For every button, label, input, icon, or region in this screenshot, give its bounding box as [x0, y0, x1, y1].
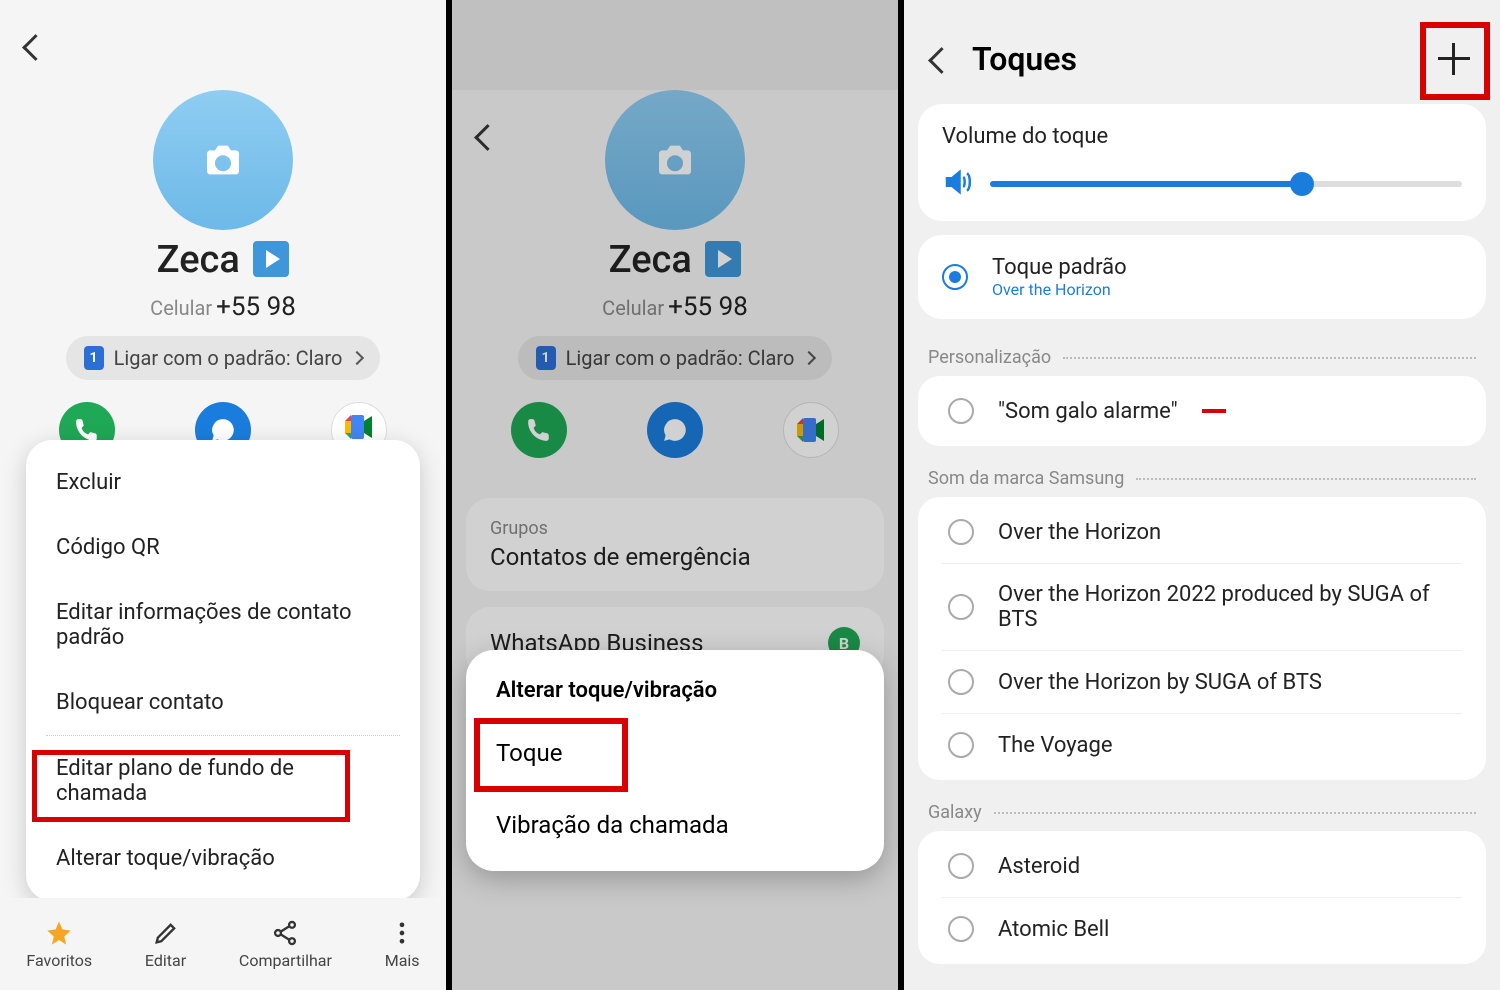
- popup-item-vibration[interactable]: Vibração da chamada: [466, 789, 884, 861]
- popup-title: Alterar toque/vibração: [466, 674, 884, 717]
- radio-button[interactable]: [948, 916, 974, 942]
- chevron-right-icon: [802, 351, 816, 365]
- bottom-toolbar: Favoritos Editar Compartilhar Mais: [0, 898, 446, 990]
- radio-button[interactable]: [948, 594, 974, 620]
- radio-button[interactable]: [948, 732, 974, 758]
- pencil-icon: [152, 919, 180, 947]
- radio-button[interactable]: [948, 398, 974, 424]
- toolbar-favorite[interactable]: Favoritos: [26, 919, 92, 970]
- menu-item-edit-default[interactable]: Editar informações de contato padrão: [26, 580, 420, 670]
- section-samsung: Som da marca Samsung: [904, 454, 1500, 493]
- ringtone-item[interactable]: Atomic Bell: [942, 897, 1462, 960]
- toolbar-share[interactable]: Compartilhar: [239, 919, 332, 970]
- default-ringtone-subtitle: Over the Horizon: [992, 280, 1462, 299]
- groups-label: Grupos: [490, 518, 860, 539]
- contact-avatar[interactable]: [605, 90, 745, 230]
- popup-item-ringtone[interactable]: Toque: [466, 717, 884, 789]
- menu-item-qr[interactable]: Código QR: [26, 515, 420, 580]
- section-galaxy: Galaxy: [904, 788, 1500, 827]
- volume-label: Volume do toque: [942, 124, 1462, 149]
- context-menu: Excluir Código QR Editar informações de …: [26, 440, 420, 901]
- star-icon: [45, 919, 73, 947]
- ringtones-screen: Toques Volume do toque Toque padrão Over…: [904, 0, 1500, 990]
- sim-default-chip[interactable]: 1 Ligar com o padrão: Claro: [518, 336, 833, 380]
- volume-icon: [942, 167, 972, 201]
- volume-card: Volume do toque: [918, 104, 1486, 221]
- groups-value: Contatos de emergência: [490, 543, 860, 571]
- menu-item-ringtone-vibration[interactable]: Alterar toque/vibração: [26, 826, 420, 891]
- ringtone-item[interactable]: "Som galo alarme": [942, 380, 1462, 442]
- radio-button[interactable]: [948, 519, 974, 545]
- slider-thumb[interactable]: [1290, 172, 1314, 196]
- toolbar-edit[interactable]: Editar: [145, 919, 186, 970]
- volume-slider[interactable]: [990, 181, 1462, 187]
- chat-icon: [662, 417, 688, 443]
- contact-avatar[interactable]: [153, 90, 293, 230]
- sim-default-chip[interactable]: 1 Ligar com o padrão: Claro: [66, 336, 381, 380]
- section-personalization: Personalização: [904, 333, 1500, 372]
- ringtones-header: Toques: [904, 0, 1500, 98]
- sim-icon: 1: [536, 346, 556, 370]
- back-button[interactable]: [478, 128, 504, 154]
- more-icon: [388, 919, 416, 947]
- contact-actions: [452, 402, 898, 458]
- page-title: Toques: [972, 40, 1077, 78]
- contact-name: Zeca: [452, 238, 898, 282]
- radio-default-ringtone[interactable]: [942, 264, 968, 290]
- video-call-button[interactable]: [783, 402, 839, 458]
- ringtone-item[interactable]: Over the Horizon: [942, 501, 1462, 563]
- samsung-list: Over the Horizon Over the Horizon 2022 p…: [918, 497, 1486, 780]
- sim-icon: 1: [84, 346, 104, 370]
- ringtone-item[interactable]: Asteroid: [942, 835, 1462, 897]
- radio-button[interactable]: [948, 669, 974, 695]
- back-button[interactable]: [932, 51, 948, 67]
- share-icon: [271, 919, 299, 947]
- chevron-right-icon: [350, 351, 364, 365]
- menu-item-call-background[interactable]: Editar plano de fundo de chamada: [26, 736, 420, 826]
- message-button[interactable]: [647, 402, 703, 458]
- toolbar-more[interactable]: Mais: [385, 919, 420, 970]
- galaxy-list: Asteroid Atomic Bell: [918, 831, 1486, 964]
- ringtone-item[interactable]: Over the Horizon by SUGA of BTS: [942, 650, 1462, 713]
- camera-icon: [203, 144, 243, 176]
- ringtone-vibration-popup: Alterar toque/vibração Toque Vibração da…: [466, 650, 884, 871]
- camera-icon: [655, 144, 695, 176]
- play-icon: [705, 241, 741, 277]
- default-ringtone-title: Toque padrão: [992, 255, 1462, 280]
- meet-icon: [797, 418, 825, 442]
- phone-line: Celular +55 98: [452, 292, 898, 322]
- menu-item-block[interactable]: Bloquear contato: [26, 670, 420, 735]
- play-icon: [253, 241, 289, 277]
- phone-line: Celular +55 98: [0, 292, 446, 322]
- radio-button[interactable]: [948, 853, 974, 879]
- call-button[interactable]: [511, 402, 567, 458]
- add-ringtone-button[interactable]: [1436, 41, 1472, 77]
- groups-card[interactable]: Grupos Contatos de emergência: [466, 498, 884, 591]
- ringtone-item[interactable]: Over the Horizon 2022 produced by SUGA o…: [942, 563, 1462, 650]
- contact-detail-screen-1: Zeca Celular +55 98 1 Ligar com o padrão…: [0, 0, 452, 990]
- contact-name: Zeca: [0, 238, 446, 282]
- contact-detail-screen-2: Zeca Celular +55 98 1 Ligar com o padrão…: [452, 0, 904, 990]
- menu-item-delete[interactable]: Excluir: [26, 450, 420, 515]
- personalization-list: "Som galo alarme": [918, 376, 1486, 446]
- ringtone-item[interactable]: The Voyage: [942, 713, 1462, 776]
- remove-icon[interactable]: [1202, 409, 1226, 413]
- phone-icon: [526, 417, 552, 443]
- default-ringtone-card[interactable]: Toque padrão Over the Horizon: [918, 235, 1486, 319]
- back-button[interactable]: [26, 38, 52, 64]
